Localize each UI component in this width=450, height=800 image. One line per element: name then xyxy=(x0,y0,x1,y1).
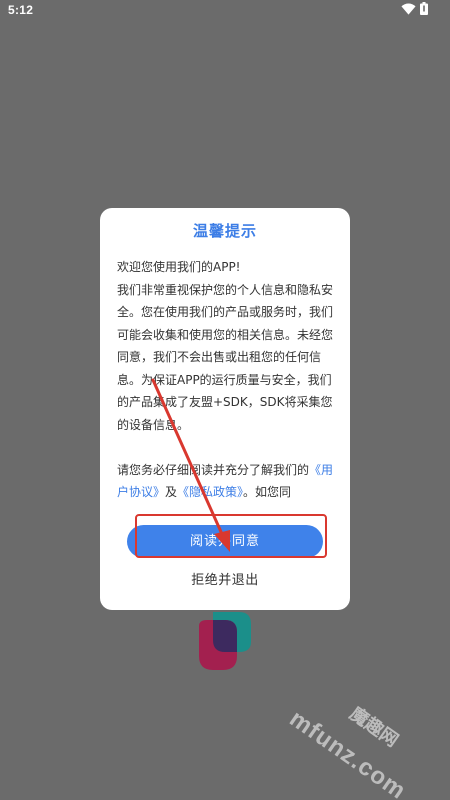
app-logo-icon xyxy=(199,612,251,670)
reject-button[interactable]: 拒绝并退出 xyxy=(100,569,350,588)
dialog-body[interactable]: 欢迎您使用我们的APP! 我们非常重视保护您的个人信息和隐私安全。您在使用我们的… xyxy=(117,256,339,498)
dialog-title: 温馨提示 xyxy=(192,222,257,240)
wifi-icon xyxy=(401,3,416,15)
status-time: 5:12 xyxy=(8,3,34,17)
annotation-highlight-box xyxy=(135,514,327,558)
notice-suffix: 。如您同 xyxy=(243,485,292,498)
privacy-policy-link[interactable]: 《隐私政策》 xyxy=(177,485,243,498)
privacy-statement-text: 我们非常重视保护您的个人信息和隐私安全。您在使用我们的产品或服务时，我们可能会收… xyxy=(117,282,334,432)
status-bar: 5:12 xyxy=(0,0,450,22)
screen: 5:12 温馨提示 欢迎您使用我们的APP! 我们非常重视保护您的个人信息和隐私… xyxy=(0,0,450,800)
notice-paragraph: 请您务必仔细阅读并充分了解我们的《用户协议》及《隐私政策》。如您同 xyxy=(117,459,339,499)
notice-prefix: 请您务必仔细阅读并充分了解我们的 xyxy=(117,462,310,477)
battery-icon xyxy=(420,2,428,15)
and-text: 及 xyxy=(165,485,178,498)
welcome-text: 欢迎您使用我们的APP! xyxy=(117,260,241,274)
